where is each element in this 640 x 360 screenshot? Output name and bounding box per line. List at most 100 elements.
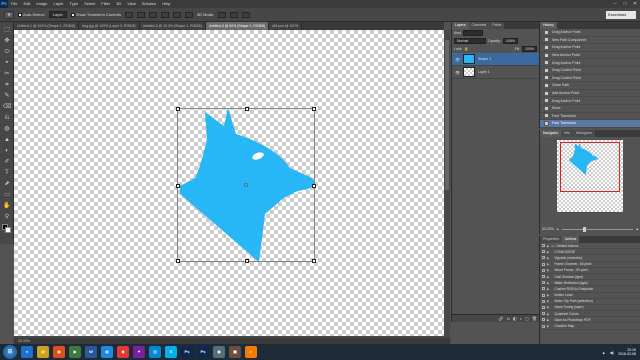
expand-triangle-icon[interactable]: ▶ (547, 262, 549, 266)
taskbar-app-icon[interactable]: W (85, 346, 97, 358)
action-checkbox[interactable] (542, 324, 545, 328)
tab-info[interactable]: Info (560, 130, 573, 137)
tab-properties[interactable]: Properties (540, 236, 562, 243)
expand-triangle-icon[interactable]: ▶ (547, 268, 549, 272)
transform-handle-right[interactable] (312, 184, 316, 188)
action-checkbox[interactable] (542, 287, 545, 291)
tab-layers[interactable]: Layers (452, 22, 469, 29)
action-checkbox[interactable] (542, 293, 545, 297)
layers-footer-icon[interactable]: ◐ (520, 316, 522, 321)
navigator-zoom-value[interactable]: 33.33% (542, 227, 554, 231)
layers-footer-icon[interactable]: ◧ (513, 316, 517, 321)
taskbar-app-icon[interactable]: ◐ (245, 346, 257, 358)
history-item[interactable]: Drag Anchor Point (540, 97, 640, 105)
vertical-scroll-thumb[interactable] (445, 40, 449, 190)
action-checkbox[interactable] (542, 281, 545, 285)
visibility-eye-icon[interactable]: 👁 (455, 70, 460, 75)
zoom-slider[interactable] (561, 226, 633, 232)
taskbar-app-icon[interactable]: ◆ (117, 346, 129, 358)
expand-triangle-icon[interactable]: ▶ (547, 305, 549, 309)
expand-triangle-icon[interactable]: ▶ (547, 287, 549, 291)
tab-navigator[interactable]: Navigator (540, 130, 561, 137)
taskbar-app-icon[interactable]: Ps (197, 346, 209, 358)
tab-history[interactable]: History (540, 22, 557, 29)
zoom-in-icon[interactable]: ▲ (636, 227, 639, 231)
taskbar-app-icon[interactable]: Ps (181, 346, 193, 358)
taskbar-app-icon[interactable]: ▶ (69, 346, 81, 358)
tab-actions[interactable]: Actions (561, 236, 580, 243)
expand-triangle-icon[interactable]: ▶ (547, 318, 549, 322)
expand-triangle-icon[interactable]: ▶ (547, 244, 549, 248)
layers-footer-icon[interactable]: 🔗 (499, 316, 504, 321)
action-checkbox[interactable] (542, 268, 545, 272)
transform-handle-top[interactable] (245, 107, 249, 111)
history-item[interactable]: Close Path (540, 82, 640, 90)
taskbar-app-icon[interactable]: e (21, 346, 33, 358)
history-item[interactable]: Drag Control Point (540, 67, 640, 75)
taskbar-app-icon[interactable]: S (165, 346, 177, 358)
transform-handle-bottom[interactable] (245, 259, 249, 263)
action-checkbox[interactable] (542, 244, 545, 248)
action-checkbox[interactable] (542, 312, 545, 316)
action-checkbox[interactable] (542, 250, 545, 254)
action-checkbox[interactable] (542, 256, 545, 260)
expand-triangle-icon[interactable]: ▶ (547, 293, 549, 297)
navigator-view-frame[interactable] (560, 142, 620, 192)
transform-handle-bottom-left[interactable] (176, 259, 180, 263)
taskbar-app-icon[interactable]: 📁 (37, 346, 49, 358)
expand-triangle-icon[interactable]: ▶ (547, 250, 549, 254)
history-item[interactable]: Add Anchor Point (540, 90, 640, 98)
visibility-eye-icon[interactable]: 👁 (455, 57, 460, 62)
history-item[interactable]: Drag Control Point (540, 75, 640, 83)
expand-triangle-icon[interactable]: ▶ (547, 256, 549, 260)
action-checkbox[interactable] (542, 275, 545, 279)
transform-handle-bottom-right[interactable] (312, 259, 316, 263)
transform-handle-left[interactable] (176, 184, 180, 188)
taskbar-app-icon[interactable]: ◉ (213, 346, 225, 358)
action-checkbox[interactable] (542, 305, 545, 309)
expand-triangle-icon[interactable]: ▶ (547, 299, 549, 303)
zoom-out-icon[interactable]: ▴ (557, 227, 559, 231)
blend-mode-dropdown[interactable]: Normal (454, 38, 486, 44)
lock-icon[interactable]: 🔒 (464, 47, 468, 51)
layer-row[interactable]: 👁 Shape 1 (452, 53, 539, 66)
start-button[interactable]: ⊞ (3, 345, 17, 359)
taskbar-app-icon[interactable]: ▣ (229, 346, 241, 358)
layer-row[interactable]: 👁 Layer 1 (452, 66, 539, 79)
expand-triangle-icon[interactable]: ▶ (547, 312, 549, 316)
transform-handle-top-right[interactable] (312, 107, 316, 111)
layers-footer-icon[interactable]: 🗑 (532, 316, 537, 321)
taskbar-app-icon[interactable]: ◍ (101, 346, 113, 358)
taskbar-app-icon[interactable]: ◎ (149, 346, 161, 358)
expand-triangle-icon[interactable]: ▶ (547, 324, 549, 328)
layers-footer-icon[interactable]: fx (507, 316, 510, 321)
history-item[interactable]: Drag Anchor Point (540, 59, 640, 67)
fill-field[interactable]: 100% (522, 46, 537, 52)
history-item[interactable]: Free Transform (540, 113, 640, 121)
history-item[interactable]: Free Transform (540, 120, 640, 128)
action-checkbox[interactable] (542, 299, 545, 303)
history-item[interactable]: New Anchor Point (540, 52, 640, 60)
tab-histogram[interactable]: Histogram (572, 130, 595, 137)
history-item[interactable]: Move (540, 105, 640, 113)
action-item[interactable]: ▶ Gradient Map (540, 323, 640, 330)
taskbar-app-icon[interactable]: ✦ (133, 346, 145, 358)
history-item[interactable]: New Path Component (540, 37, 640, 45)
tab-channels[interactable]: Channels (468, 22, 490, 29)
opacity-field[interactable]: 100% (502, 38, 518, 44)
volume-icon[interactable]: ◀) (610, 350, 614, 355)
action-checkbox[interactable] (542, 318, 545, 322)
zoom-slider-knob[interactable] (582, 226, 586, 232)
expand-triangle-icon[interactable]: ▶ (547, 281, 549, 285)
action-checkbox[interactable] (542, 262, 545, 266)
tab-paths[interactable]: Paths (489, 22, 505, 29)
network-icon[interactable]: ▲ (602, 350, 606, 355)
layers-footer-icon[interactable]: ▢ (525, 316, 529, 321)
history-item[interactable]: Drag Anchor Point (540, 29, 640, 37)
taskbar-app-icon[interactable]: ◉ (53, 346, 65, 358)
history-item[interactable]: Drag Anchor Point (540, 44, 640, 52)
transform-bounding-box[interactable] (176, 107, 316, 263)
filter-kind-dropdown[interactable] (463, 30, 484, 36)
transform-handle-top-left[interactable] (176, 107, 180, 111)
clock[interactable]: 22:29 2016-02-08 (618, 348, 636, 356)
